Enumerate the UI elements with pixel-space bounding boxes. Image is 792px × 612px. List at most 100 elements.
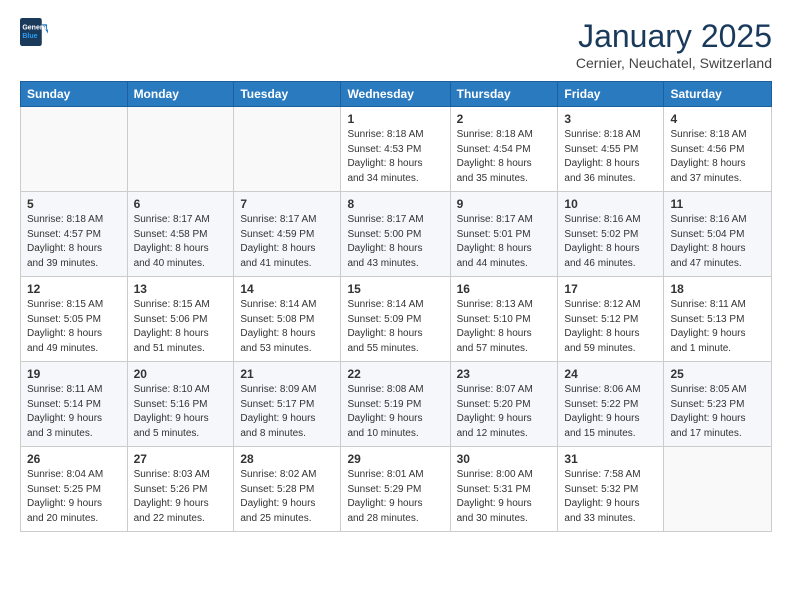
day-number: 26 (27, 452, 121, 466)
day-info: Sunrise: 8:11 AM Sunset: 5:14 PM Dayligh… (27, 383, 121, 441)
calendar-cell: 27 Sunrise: 8:03 AM Sunset: 5:26 PM Dayli… (127, 447, 234, 532)
calendar-cell: 4 Sunrise: 8:18 AM Sunset: 4:56 PM Daylig… (664, 107, 772, 192)
day-number: 23 (457, 367, 552, 381)
calendar-cell: 3Sunrise: 8:18 AM Sunset: 4:55 PM Daylig… (558, 107, 664, 192)
day-number: 15 (347, 282, 443, 296)
day-number: 17 (564, 282, 657, 296)
day-info: Sunrise: 8:08 AM Sunset: 5:19 PM Dayligh… (347, 383, 443, 441)
calendar-week-2: 5Sunrise: 8:18 AM Sunset: 4:57 PM Daylig… (21, 192, 772, 277)
day-number: 12 (27, 282, 121, 296)
day-number: 2 (457, 112, 552, 126)
day-info: Sunrise: 8:17 AM Sunset: 5:00 PM Dayligh… (347, 213, 443, 271)
month-title: January 2025 (576, 18, 772, 55)
calendar-cell: 15 Sunrise: 8:14 AM Sunset: 5:09 PM Dayli… (341, 277, 450, 362)
weekday-header-wednesday: Wednesday (341, 82, 450, 107)
day-info: Sunrise: 8:14 AM Sunset: 5:08 PM Dayligh… (240, 298, 334, 356)
day-number: 21 (240, 367, 334, 381)
calendar-cell: 14 Sunrise: 8:14 AM Sunset: 5:08 PM Dayli… (234, 277, 341, 362)
day-info: Sunrise: 8:18 AM Sunset: 4:54 PM Dayligh… (457, 128, 552, 186)
weekday-header-saturday: Saturday (664, 82, 772, 107)
day-number: 27 (134, 452, 228, 466)
calendar-cell: 24Sunrise: 8:06 AM Sunset: 5:22 PM Dayli… (558, 362, 664, 447)
day-info: Sunrise: 8:09 AM Sunset: 5:17 PM Dayligh… (240, 383, 334, 441)
calendar-cell: 19 Sunrise: 8:11 AM Sunset: 5:14 PM Dayli… (21, 362, 128, 447)
calendar-cell: 29 Sunrise: 8:01 AM Sunset: 5:29 PM Dayli… (341, 447, 450, 532)
svg-text:General: General (22, 25, 48, 32)
calendar-table: SundayMondayTuesdayWednesdayThursdayFrid… (20, 81, 772, 532)
day-number: 7 (240, 197, 334, 211)
day-info: Sunrise: 8:12 AM Sunset: 5:12 PM Dayligh… (564, 298, 657, 356)
calendar-cell: 21 Sunrise: 8:09 AM Sunset: 5:17 PM Dayli… (234, 362, 341, 447)
day-info: Sunrise: 8:11 AM Sunset: 5:13 PM Dayligh… (670, 298, 765, 356)
day-number: 24 (564, 367, 657, 381)
day-number: 31 (564, 452, 657, 466)
calendar-cell: 10 Sunrise: 8:16 AM Sunset: 5:02 PM Dayli… (558, 192, 664, 277)
calendar-cell: 23 Sunrise: 8:07 AM Sunset: 5:20 PM Dayli… (450, 362, 558, 447)
day-number: 6 (134, 197, 228, 211)
day-info: Sunrise: 8:18 AM Sunset: 4:56 PM Dayligh… (670, 128, 765, 186)
calendar-cell: 12 Sunrise: 8:15 AM Sunset: 5:05 PM Dayli… (21, 277, 128, 362)
calendar-week-5: 26 Sunrise: 8:04 AM Sunset: 5:25 PM Dayli… (21, 447, 772, 532)
calendar-cell: 2 Sunrise: 8:18 AM Sunset: 4:54 PM Daylig… (450, 107, 558, 192)
calendar-cell: 7 Sunrise: 8:17 AM Sunset: 4:59 PM Daylig… (234, 192, 341, 277)
day-number: 25 (670, 367, 765, 381)
weekday-header-tuesday: Tuesday (234, 82, 341, 107)
location-subtitle: Cernier, Neuchatel, Switzerland (576, 55, 772, 71)
calendar-cell: 1 Sunrise: 8:18 AM Sunset: 4:53 PM Daylig… (341, 107, 450, 192)
day-info: Sunrise: 8:10 AM Sunset: 5:16 PM Dayligh… (134, 383, 228, 441)
day-number: 13 (134, 282, 228, 296)
day-number: 14 (240, 282, 334, 296)
page: General Blue January 2025 Cernier, Neuch… (0, 0, 792, 612)
day-info: Sunrise: 8:15 AM Sunset: 5:06 PM Dayligh… (134, 298, 228, 356)
calendar-cell: 20 Sunrise: 8:10 AM Sunset: 5:16 PM Dayli… (127, 362, 234, 447)
weekday-header-monday: Monday (127, 82, 234, 107)
day-info: Sunrise: 8:17 AM Sunset: 4:59 PM Dayligh… (240, 213, 334, 271)
day-info: Sunrise: 8:16 AM Sunset: 5:04 PM Dayligh… (670, 213, 765, 271)
header: General Blue January 2025 Cernier, Neuch… (20, 18, 772, 71)
weekday-header-thursday: Thursday (450, 82, 558, 107)
calendar-cell: 26 Sunrise: 8:04 AM Sunset: 5:25 PM Dayli… (21, 447, 128, 532)
day-number: 5 (27, 197, 121, 211)
calendar-cell: 13 Sunrise: 8:15 AM Sunset: 5:06 PM Dayli… (127, 277, 234, 362)
calendar-cell: 30Sunrise: 8:00 AM Sunset: 5:31 PM Dayli… (450, 447, 558, 532)
calendar-cell: 28Sunrise: 8:02 AM Sunset: 5:28 PM Dayli… (234, 447, 341, 532)
calendar-cell: 25Sunrise: 8:05 AM Sunset: 5:23 PM Dayli… (664, 362, 772, 447)
day-number: 10 (564, 197, 657, 211)
weekday-header-friday: Friday (558, 82, 664, 107)
day-info: Sunrise: 8:03 AM Sunset: 5:26 PM Dayligh… (134, 468, 228, 526)
day-number: 8 (347, 197, 443, 211)
day-info: Sunrise: 7:58 AM Sunset: 5:32 PM Dayligh… (564, 468, 657, 526)
day-number: 20 (134, 367, 228, 381)
day-info: Sunrise: 8:00 AM Sunset: 5:31 PM Dayligh… (457, 468, 552, 526)
calendar-cell: 9 Sunrise: 8:17 AM Sunset: 5:01 PM Daylig… (450, 192, 558, 277)
day-info: Sunrise: 8:18 AM Sunset: 4:53 PM Dayligh… (347, 128, 443, 186)
day-number: 29 (347, 452, 443, 466)
day-number: 19 (27, 367, 121, 381)
calendar-cell: 11Sunrise: 8:16 AM Sunset: 5:04 PM Dayli… (664, 192, 772, 277)
day-info: Sunrise: 8:15 AM Sunset: 5:05 PM Dayligh… (27, 298, 121, 356)
day-info: Sunrise: 8:17 AM Sunset: 4:58 PM Dayligh… (134, 213, 228, 271)
calendar-week-3: 12 Sunrise: 8:15 AM Sunset: 5:05 PM Dayli… (21, 277, 772, 362)
day-number: 4 (670, 112, 765, 126)
weekday-header-sunday: Sunday (21, 82, 128, 107)
day-info: Sunrise: 8:02 AM Sunset: 5:28 PM Dayligh… (240, 468, 334, 526)
calendar-cell (21, 107, 128, 192)
weekday-header-row: SundayMondayTuesdayWednesdayThursdayFrid… (21, 82, 772, 107)
calendar-cell: 16Sunrise: 8:13 AM Sunset: 5:10 PM Dayli… (450, 277, 558, 362)
day-number: 3 (564, 112, 657, 126)
calendar-cell: 5Sunrise: 8:18 AM Sunset: 4:57 PM Daylig… (21, 192, 128, 277)
day-info: Sunrise: 8:17 AM Sunset: 5:01 PM Dayligh… (457, 213, 552, 271)
calendar-cell: 31 Sunrise: 7:58 AM Sunset: 5:32 PM Dayli… (558, 447, 664, 532)
calendar-week-4: 19 Sunrise: 8:11 AM Sunset: 5:14 PM Dayli… (21, 362, 772, 447)
logo: General Blue (20, 18, 52, 46)
day-number: 9 (457, 197, 552, 211)
day-info: Sunrise: 8:14 AM Sunset: 5:09 PM Dayligh… (347, 298, 443, 356)
day-info: Sunrise: 8:01 AM Sunset: 5:29 PM Dayligh… (347, 468, 443, 526)
day-number: 1 (347, 112, 443, 126)
day-info: Sunrise: 8:04 AM Sunset: 5:25 PM Dayligh… (27, 468, 121, 526)
calendar-week-1: 1 Sunrise: 8:18 AM Sunset: 4:53 PM Daylig… (21, 107, 772, 192)
calendar-cell: 8 Sunrise: 8:17 AM Sunset: 5:00 PM Daylig… (341, 192, 450, 277)
calendar-cell (234, 107, 341, 192)
day-info: Sunrise: 8:07 AM Sunset: 5:20 PM Dayligh… (457, 383, 552, 441)
day-info: Sunrise: 8:16 AM Sunset: 5:02 PM Dayligh… (564, 213, 657, 271)
